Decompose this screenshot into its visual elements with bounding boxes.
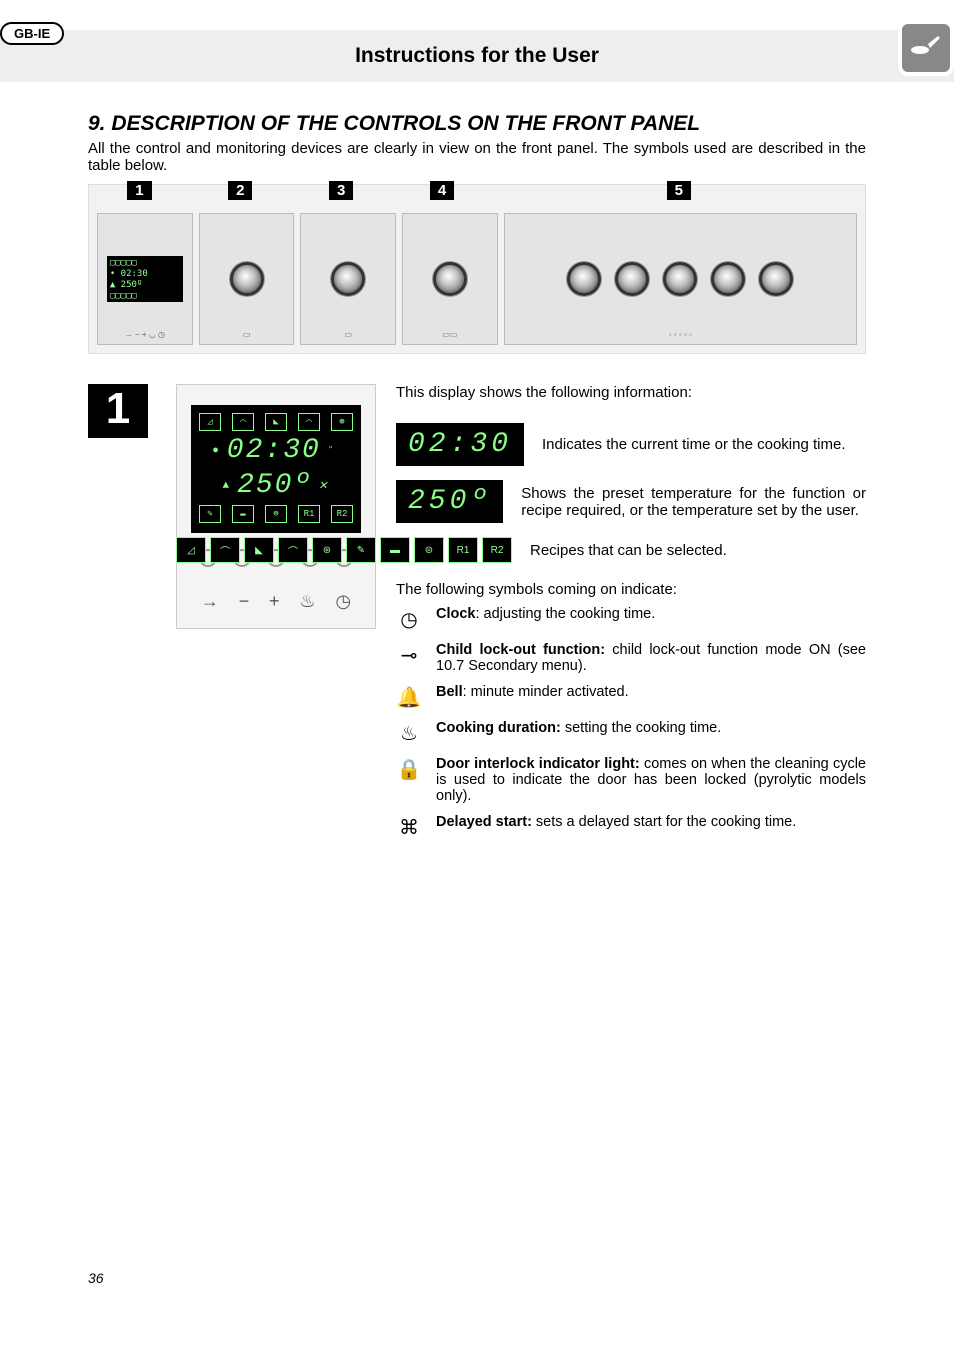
- recipe-chip-icon: ⊜: [414, 537, 444, 563]
- panel-labels: 1 2 3 4 5: [89, 181, 865, 200]
- lcd-recipe-icon: ⊜: [265, 505, 287, 523]
- recipe-chip-icon: ◣: [244, 537, 274, 563]
- knob-icon: [759, 262, 793, 296]
- temp-desc: Shows the preset temperature for the fun…: [521, 485, 866, 519]
- section-indicator-1: 1: [88, 384, 148, 438]
- recipe-chip-icon: ◿: [176, 537, 206, 563]
- recipe-chip-icon: ▬: [380, 537, 410, 563]
- panel-label-2: 2: [228, 181, 252, 200]
- display-lead-text: This display shows the following informa…: [396, 384, 866, 401]
- panel-label-4: 4: [430, 181, 454, 200]
- steam-icon: ゛: [327, 443, 340, 459]
- knob-icon: [615, 262, 649, 296]
- key-icon: ⊸: [396, 642, 422, 668]
- knob-icon: [567, 262, 601, 296]
- knob-icon: [433, 262, 467, 296]
- recipe-chip-r1: R1: [448, 537, 478, 563]
- lcd-recipe-icon: ▬: [232, 505, 254, 523]
- section-number: 9.: [88, 112, 106, 135]
- time-desc: Indicates the current time or the cookin…: [542, 436, 845, 453]
- lcd-recipe-icon: ⊛: [331, 413, 353, 431]
- arrow-right-icon: →: [201, 591, 219, 612]
- pot-icon: ♨: [299, 591, 315, 612]
- recipe-chip-icon: ⊛: [312, 537, 342, 563]
- time-example: 02:30: [396, 423, 524, 466]
- manual-icon: [898, 20, 954, 76]
- mini-lcd: ▢▢▢▢▢ • 02:30 ▲ 250º ▢▢▢▢▢: [107, 256, 183, 302]
- symbol-desc: Door interlock indicator light: comes on…: [436, 756, 866, 804]
- recipes-desc: Recipes that can be selected.: [530, 542, 727, 559]
- symbols-heading: The following symbols coming on indicate…: [396, 581, 866, 598]
- lcd-recipe-icon: ◿: [199, 413, 221, 431]
- front-panel-diagram: 1 2 3 4 5 ▢▢▢▢▢ • 02:30 ▲ 250º ▢▢▢▢▢ → −…: [88, 184, 866, 354]
- knob-icon: [711, 262, 745, 296]
- bell-icon: ▲: [222, 480, 231, 492]
- pot-steam-icon: ♨: [396, 720, 422, 746]
- section-intro: All the control and monitoring devices a…: [88, 140, 866, 174]
- symbol-desc: Clock: adjusting the cooking time.: [436, 606, 655, 622]
- lock-icon: 🔒: [396, 756, 422, 782]
- recipe-chip-icon: ✎: [346, 537, 376, 563]
- lcd-temp-value: 250º: [237, 470, 312, 501]
- minus-icon: −: [239, 591, 250, 612]
- display-illustration: ◿ ⌒ ◣ ⌒ ⊛ ● 02:30 ゛ ▲ 250º ✕ ✎: [176, 384, 376, 629]
- cross-icon: ✕: [318, 479, 329, 493]
- recipe-chip-icon: ⌒: [278, 537, 308, 563]
- clock-dot-icon: ●: [212, 445, 221, 457]
- symbol-desc: Cooking duration: setting the cooking ti…: [436, 720, 721, 736]
- temp-example: 250º: [396, 480, 503, 523]
- lcd-recipe-r2: R2: [331, 505, 353, 523]
- page-title: Instructions for the User: [20, 44, 934, 68]
- lcd-recipe-icon: ✎: [199, 505, 221, 523]
- panel-label-5: 5: [667, 181, 691, 200]
- plus-icon: +: [269, 591, 280, 612]
- knob-icon: [331, 262, 365, 296]
- panel-label-3: 3: [329, 181, 353, 200]
- section-heading: DESCRIPTION OF THE CONTROLS ON THE FRONT…: [111, 112, 700, 135]
- recipe-strip: ◿ ⌒ ◣ ⌒ ⊛ ✎ ▬ ⊜ R1 R2: [176, 537, 512, 563]
- lcd-recipe-r1: R1: [298, 505, 320, 523]
- locale-badge: GB-IE: [0, 22, 64, 45]
- symbol-desc: Delayed start: sets a delayed start for …: [436, 814, 796, 830]
- symbol-desc: Child lock-out function: child lock-out …: [436, 642, 866, 674]
- clock-icon: ◷: [335, 591, 351, 612]
- clock-icon: ◷: [396, 606, 422, 632]
- lcd-recipe-icon: ◣: [265, 413, 287, 431]
- section-title: 9. DESCRIPTION OF THE CONTROLS ON THE FR…: [88, 112, 866, 136]
- lcd-recipe-icon: ⌒: [298, 413, 320, 431]
- bell-icon: 🔔: [396, 684, 422, 710]
- pot-cross-icon: ⌘: [396, 814, 422, 840]
- content: 9. DESCRIPTION OF THE CONTROLS ON THE FR…: [0, 112, 954, 890]
- header-bar: GB-IE Instructions for the User: [0, 30, 954, 82]
- page-number: 36: [0, 1270, 954, 1316]
- symbol-desc: Bell: minute minder activated.: [436, 684, 629, 700]
- display-info-block: 1 ◿ ⌒ ◣ ⌒ ⊛ ● 02:30 ゛ ▲ 250º: [88, 384, 866, 850]
- lcd-recipe-icon: ⌒: [232, 413, 254, 431]
- recipe-chip-r2: R2: [482, 537, 512, 563]
- lcd-time-value: 02:30: [227, 435, 321, 466]
- knob-icon: [663, 262, 697, 296]
- panel-label-1: 1: [127, 181, 151, 200]
- recipe-chip-icon: ⌒: [210, 537, 240, 563]
- knob-icon: [230, 262, 264, 296]
